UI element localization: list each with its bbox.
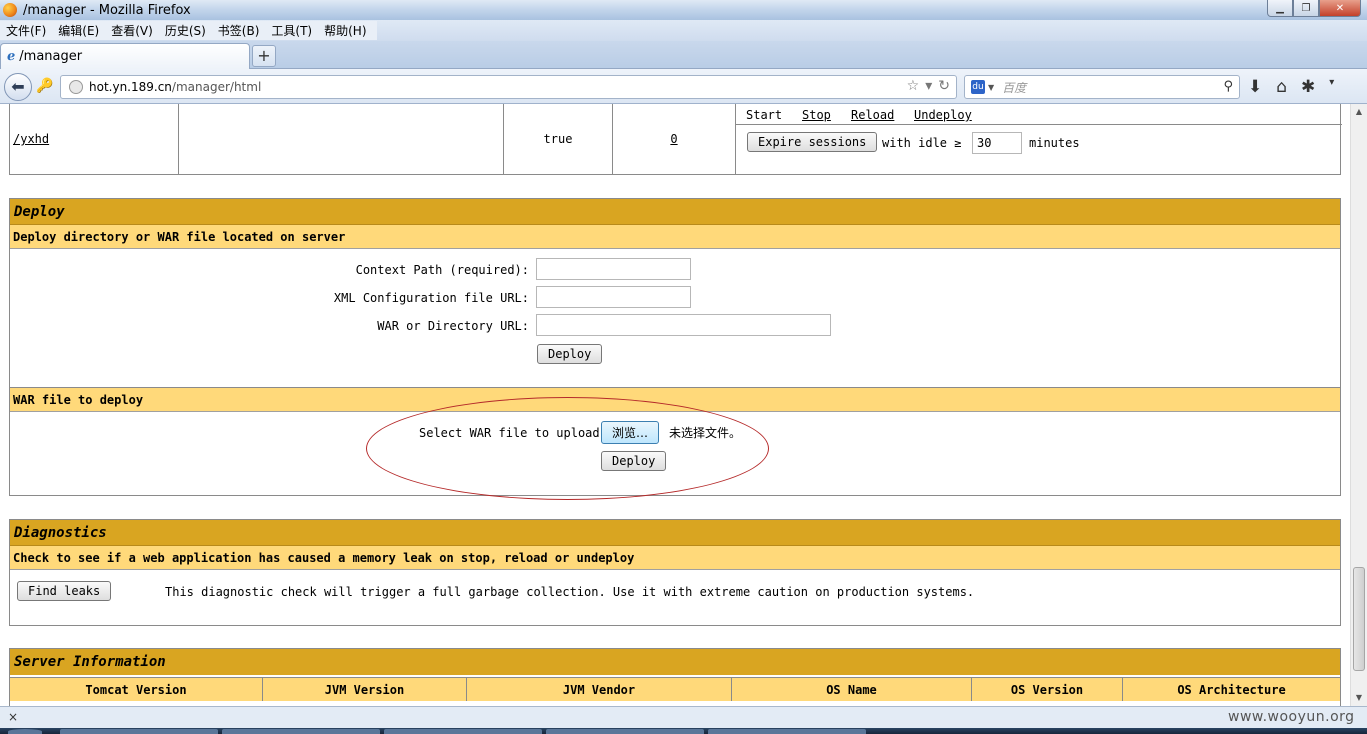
firefox-logo-icon (3, 3, 17, 17)
context-path-label: Context Path (required): (355, 263, 529, 277)
tab-manager[interactable]: ℯ /manager (0, 43, 250, 69)
menu-help[interactable]: 帮助(H) (318, 22, 372, 39)
column-os-name: OS Name (732, 677, 972, 701)
maximize-icon[interactable]: ❐ (1293, 0, 1319, 17)
menu-tools[interactable]: 工具(T) (265, 22, 318, 39)
diagnostics-note: This diagnostic check will trigger a ful… (165, 585, 975, 599)
taskbar-button[interactable] (546, 729, 704, 734)
context-path-input[interactable] (536, 258, 691, 280)
undeploy-link[interactable]: Undeploy (914, 108, 972, 122)
deploy-title: Deploy (10, 199, 1340, 225)
diagnostics-section: Diagnostics Check to see if a web applic… (9, 519, 1341, 626)
find-leaks-button[interactable]: Find leaks (17, 581, 112, 601)
app-sessions-link[interactable]: 0 (670, 132, 677, 146)
menu-view[interactable]: 查看(V) (105, 22, 159, 39)
app-display-name-cell (179, 104, 504, 174)
taskbar-button[interactable] (384, 729, 542, 734)
app-commands-row: Start Stop Reload Undeploy (736, 104, 1342, 125)
globe-icon (69, 80, 83, 94)
diagnostics-heading: Check to see if a web application has ca… (10, 546, 1340, 570)
search-icon[interactable]: ⚲ (1223, 79, 1233, 94)
navigation-bar: ⬅ 🔑 hot.yn.189.cn/manager/html ☆ ▾ ↻ du … (0, 69, 1367, 104)
scroll-up-icon[interactable]: ▲ (1351, 104, 1367, 120)
home-icon[interactable]: ⌂ (1276, 77, 1287, 97)
war-directory-url-label: WAR or Directory URL: (377, 319, 529, 333)
watermark-text: www.wooyun.org (1228, 709, 1355, 725)
taskbar-button[interactable] (708, 729, 866, 734)
war-directory-url-input[interactable] (536, 314, 831, 336)
back-arrow-icon[interactable]: ⬅ (4, 73, 32, 101)
column-os-architecture: OS Architecture (1123, 677, 1340, 701)
tab-label: /manager (19, 49, 83, 64)
minimize-icon[interactable]: ▁ (1267, 0, 1293, 17)
vertical-scrollbar[interactable]: ▲ ▼ (1350, 104, 1367, 706)
baidu-icon[interactable]: du (971, 80, 985, 94)
close-addon-bar-icon[interactable]: × (8, 710, 18, 724)
search-placeholder: 百度 (1002, 80, 1027, 95)
deploy-server-heading: Deploy directory or WAR file located on … (10, 225, 1340, 249)
diagnostics-title: Diagnostics (10, 520, 1340, 546)
page-content: /yxhd true 0 Start Stop Reload Undeploy … (0, 104, 1350, 706)
column-os-version: OS Version (972, 677, 1123, 701)
scrollbar-thumb[interactable] (1353, 567, 1365, 671)
download-icon[interactable]: ⬇ (1248, 77, 1262, 97)
application-row: /yxhd true 0 Start Stop Reload Undeploy … (9, 104, 1342, 175)
app-path-link[interactable]: /yxhd (13, 132, 49, 146)
site-favicon-icon: ℯ (7, 49, 16, 64)
search-engine-dropdown-icon[interactable]: ▼ (988, 83, 994, 92)
app-running-cell: true (504, 104, 613, 174)
stop-link[interactable]: Stop (802, 108, 831, 122)
with-idle-label: with idle ≥ (882, 136, 962, 150)
url-text: hot.yn.189.cn/manager/html (89, 80, 262, 94)
status-bar: × (0, 706, 1367, 728)
menu-bar: 文件(F) 编辑(E) 查看(V) 历史(S) 书签(B) 工具(T) 帮助(H… (0, 20, 1367, 41)
server-info-title: Server Information (10, 649, 1340, 675)
server-info-section: Server Information Tomcat Version JVM Ve… (9, 648, 1341, 706)
taskbar-button[interactable] (222, 729, 380, 734)
xml-config-url-label: XML Configuration file URL: (333, 291, 529, 305)
new-tab-button[interactable]: + (252, 45, 276, 67)
addon-icon[interactable]: ✱ (1301, 77, 1315, 97)
menu-edit[interactable]: 编辑(E) (52, 22, 105, 39)
tab-bar: ℯ /manager + (0, 41, 1367, 69)
taskbar-button[interactable] (60, 729, 218, 734)
reload-link[interactable]: Reload (851, 108, 894, 122)
xml-config-url-input[interactable] (536, 286, 691, 308)
window-titlebar: /manager - Mozilla Firefox ▁ ❐ ✕ (0, 0, 1367, 20)
expire-sessions-button[interactable]: Expire sessions (747, 132, 878, 152)
deploy-server-button[interactable]: Deploy (537, 344, 603, 364)
menu-dropdown-icon[interactable]: ▾ (1329, 77, 1334, 97)
window-controls: ▁ ❐ ✕ (1267, 0, 1361, 17)
window-title: /manager - Mozilla Firefox (23, 2, 191, 18)
annotation-ellipse (366, 397, 769, 500)
start-button-icon[interactable] (8, 729, 42, 734)
dropdown-arrow-icon[interactable]: ▾ (925, 78, 932, 94)
reload-icon[interactable]: ↻ (938, 78, 950, 94)
idle-minutes-input[interactable]: 30 (972, 132, 1022, 154)
close-window-icon[interactable]: ✕ (1319, 0, 1361, 17)
menu-file[interactable]: 文件(F) (0, 22, 52, 39)
scroll-down-icon[interactable]: ▼ (1351, 690, 1367, 706)
column-jvm-version: JVM Version (263, 677, 467, 701)
bookmark-star-icon[interactable]: ☆ (907, 78, 920, 94)
start-command: Start (746, 108, 783, 122)
key-icon: 🔑 (36, 78, 54, 94)
url-bar[interactable]: hot.yn.189.cn/manager/html ☆ ▾ ↻ (60, 75, 957, 99)
menu-history[interactable]: 历史(S) (159, 22, 212, 39)
search-bar[interactable]: du ▼ 百度 ⚲ (964, 75, 1240, 99)
menu-bookmarks[interactable]: 书签(B) (212, 22, 266, 39)
column-jvm-vendor: JVM Vendor (467, 677, 732, 701)
minutes-label: minutes (1029, 136, 1080, 150)
column-tomcat-version: Tomcat Version (10, 677, 263, 701)
